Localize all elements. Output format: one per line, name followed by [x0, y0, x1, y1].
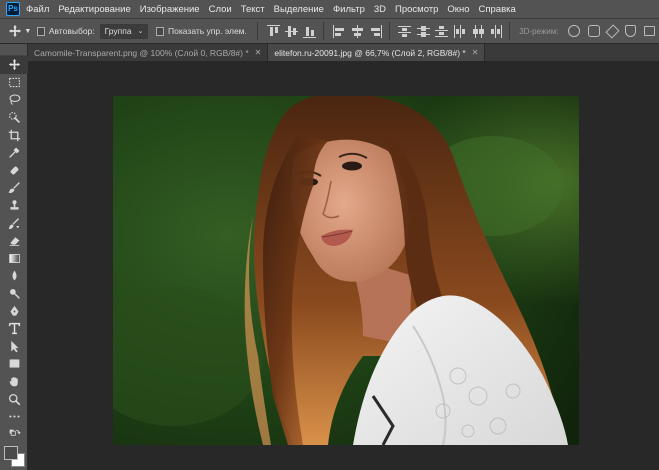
- chevron-down-icon[interactable]: ▼: [24, 28, 31, 35]
- distribute-left-icon[interactable]: [453, 24, 466, 38]
- align-top-icon[interactable]: [266, 24, 280, 38]
- align-bottom-icon[interactable]: [303, 25, 317, 38]
- divider: [509, 22, 511, 40]
- menu-window[interactable]: Окно: [447, 4, 469, 15]
- rectangle-tool-icon[interactable]: [0, 355, 28, 373]
- eyedropper-tool-icon[interactable]: [0, 144, 28, 162]
- hand-tool-icon[interactable]: [0, 373, 28, 391]
- close-icon[interactable]: ✕: [255, 48, 262, 57]
- gradient-tool-icon[interactable]: [0, 250, 28, 268]
- close-icon[interactable]: ✕: [472, 48, 479, 57]
- auto-select-label: Автовыбор:: [48, 26, 95, 36]
- menu-edit[interactable]: Редактирование: [58, 4, 130, 15]
- portrait-photo: [113, 96, 579, 445]
- auto-select-value: Группа: [104, 26, 132, 36]
- document-image[interactable]: [113, 96, 579, 445]
- move-tool-icon[interactable]: [0, 56, 28, 74]
- tools-panel: [0, 44, 28, 470]
- align-horizontal-center-icon[interactable]: [351, 24, 363, 38]
- chevron-down-icon: ⌄: [137, 28, 144, 35]
- align-vertical-center-icon[interactable]: [285, 25, 299, 38]
- photoshop-logo: Ps: [6, 2, 20, 16]
- auto-select-dropdown[interactable]: Группа ⌄: [99, 23, 149, 39]
- tab-label: elitefon.ru-20091.jpg @ 66,7% (Слой 2, R…: [274, 47, 466, 58]
- pan-3d-icon[interactable]: [604, 23, 620, 39]
- zoom-tool-icon[interactable]: [0, 390, 28, 408]
- dodge-tool-icon[interactable]: [0, 285, 28, 303]
- menu-filter[interactable]: Фильтр: [333, 4, 365, 15]
- brush-tool-icon[interactable]: [0, 179, 28, 197]
- menu-3d[interactable]: 3D: [374, 4, 386, 15]
- roll-3d-icon[interactable]: [588, 25, 600, 37]
- options-bar: ▼ Автовыбор: Группа ⌄ Показать упр. элем…: [0, 18, 659, 44]
- color-swatches[interactable]: [4, 446, 26, 468]
- menu-type[interactable]: Текст: [241, 4, 265, 15]
- distribute-right-icon[interactable]: [490, 24, 503, 38]
- blur-tool-icon[interactable]: [0, 267, 28, 285]
- slide-3d-icon[interactable]: [624, 25, 637, 37]
- quick-select-tool-icon[interactable]: [0, 109, 28, 127]
- tab-document-2[interactable]: elitefon.ru-20091.jpg @ 66,7% (Слой 2, R…: [268, 44, 486, 61]
- tab-document-1[interactable]: Camomile-Transparent.png @ 100% (Слой 0,…: [28, 44, 269, 61]
- align-left-icon[interactable]: [332, 24, 344, 38]
- distribute-bottom-icon[interactable]: [435, 25, 449, 38]
- menu-help[interactable]: Справка: [479, 4, 516, 15]
- auto-select-checkbox[interactable]: [37, 26, 45, 36]
- more-tools-icon[interactable]: [0, 408, 28, 426]
- swap-colors-icon[interactable]: [0, 425, 28, 443]
- show-transform-controls-checkbox[interactable]: [156, 26, 165, 36]
- panel-grip[interactable]: [0, 44, 27, 56]
- foreground-color-swatch[interactable]: [4, 446, 18, 460]
- move-tool-preset-icon[interactable]: [8, 22, 22, 40]
- divider: [256, 22, 258, 40]
- menu-view[interactable]: Просмотр: [395, 4, 438, 15]
- path-selection-tool-icon[interactable]: [0, 338, 28, 356]
- menu-select[interactable]: Выделение: [274, 4, 324, 15]
- crop-tool-icon[interactable]: [0, 126, 28, 144]
- mode-3d-label: 3D-режим:: [519, 26, 559, 36]
- align-right-icon[interactable]: [369, 24, 383, 38]
- divider: [322, 22, 324, 40]
- distribute-vertical-center-icon[interactable]: [416, 25, 430, 38]
- history-brush-tool-icon[interactable]: [0, 214, 28, 232]
- healing-brush-tool-icon[interactable]: [0, 162, 28, 180]
- orbit-3d-icon[interactable]: [568, 25, 580, 37]
- menu-layers[interactable]: Слои: [209, 4, 232, 15]
- menu-image[interactable]: Изображение: [140, 4, 200, 15]
- show-transform-controls-label: Показать упр. элем.: [168, 26, 247, 36]
- eraser-tool-icon[interactable]: [0, 232, 28, 250]
- menu-file[interactable]: Файл: [26, 4, 49, 15]
- distribute-top-icon[interactable]: [398, 25, 412, 38]
- pen-tool-icon[interactable]: [0, 302, 28, 320]
- marquee-tool-icon[interactable]: [0, 74, 28, 92]
- type-tool-icon[interactable]: [0, 320, 28, 338]
- divider: [388, 22, 390, 40]
- document-tabs: Camomile-Transparent.png @ 100% (Слой 0,…: [28, 44, 659, 61]
- menu-bar: Ps Файл Редактирование Изображение Слои …: [0, 0, 659, 18]
- clone-stamp-tool-icon[interactable]: [0, 197, 28, 215]
- distribute-horizontal-center-icon[interactable]: [472, 24, 484, 38]
- lasso-tool-icon[interactable]: [0, 91, 28, 109]
- canvas-area[interactable]: [28, 61, 659, 470]
- tab-label: Camomile-Transparent.png @ 100% (Слой 0,…: [34, 47, 249, 58]
- camera-3d-icon[interactable]: [644, 26, 655, 36]
